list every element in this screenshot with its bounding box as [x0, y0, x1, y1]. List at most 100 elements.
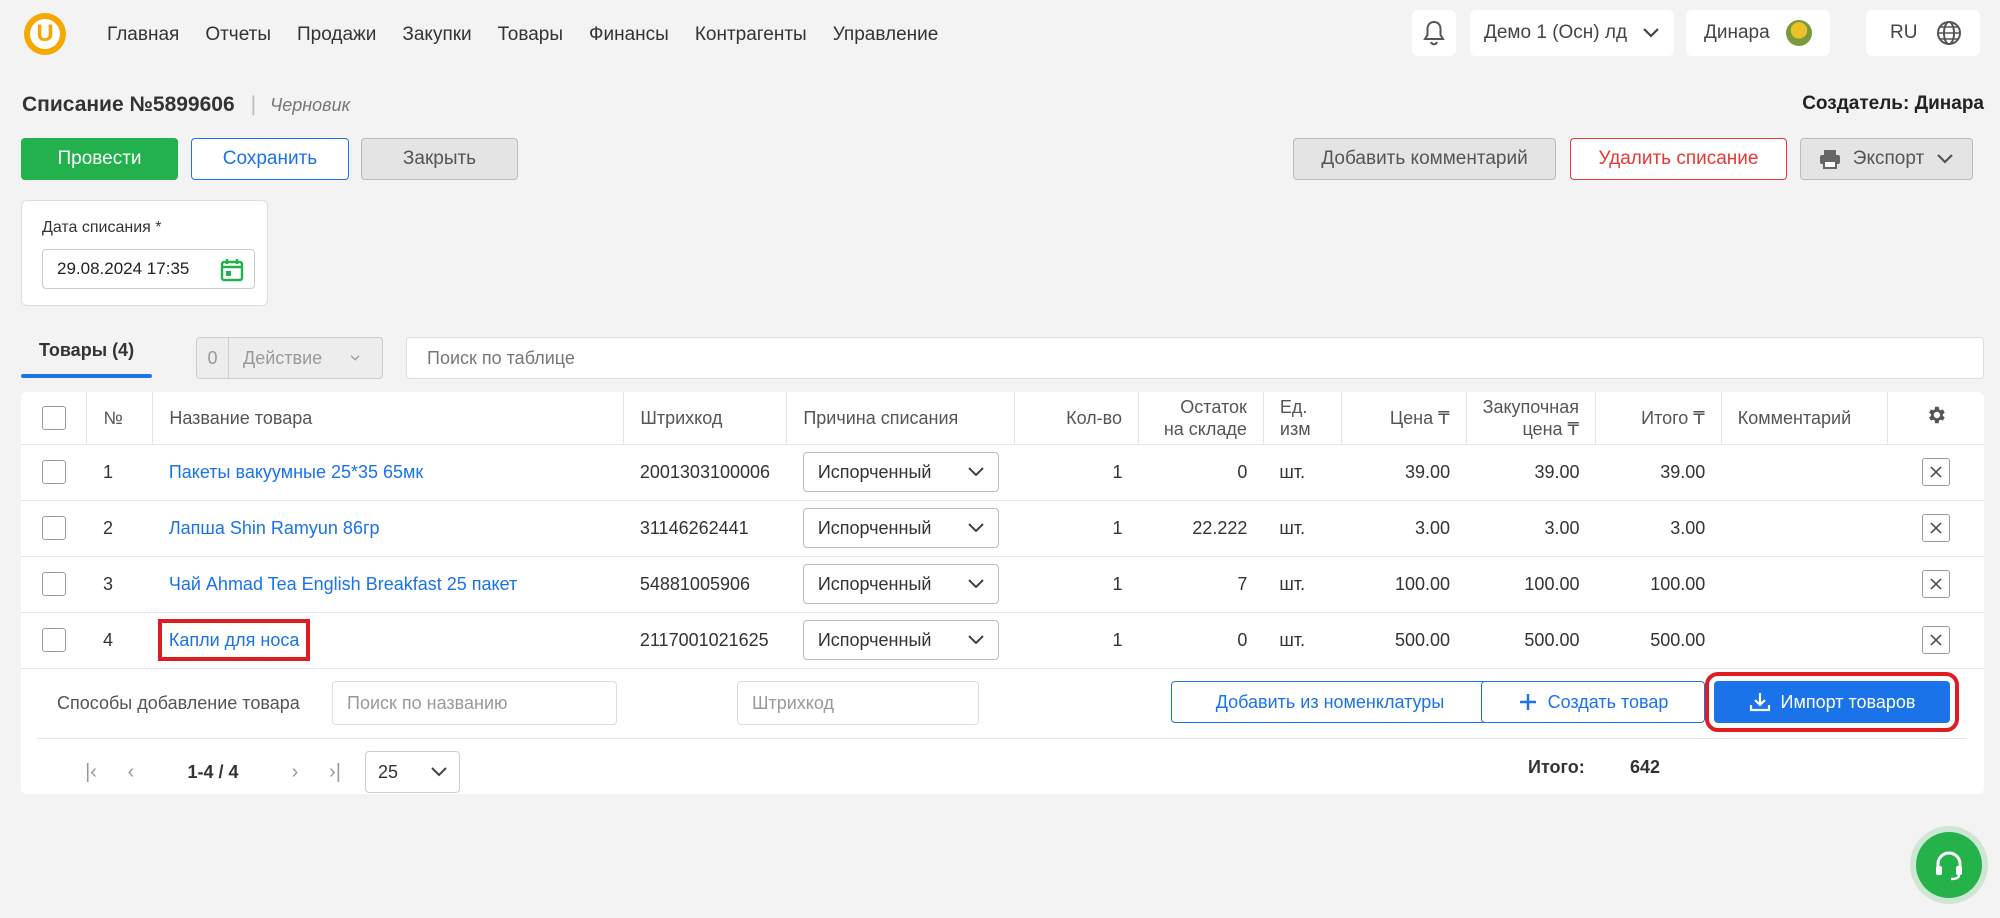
row-select-cell — [21, 444, 87, 501]
product-link[interactable]: Капли для носа — [157, 618, 311, 661]
calendar-icon[interactable] — [220, 258, 244, 282]
row-delete-cell — [1887, 444, 1984, 501]
col-num: № — [86, 392, 154, 445]
org-name: Демо 1 (Осн) лд — [1484, 22, 1628, 43]
row-stock: 0 — [1138, 444, 1264, 501]
row-checkbox[interactable] — [41, 516, 66, 540]
goods-table: № Название товара Штрихкод Причина списа… — [21, 392, 1984, 669]
title-separator: | — [250, 93, 257, 116]
row-checkbox[interactable] — [41, 460, 66, 484]
user-menu[interactable]: Динара — [1686, 10, 1830, 56]
per-page-select[interactable]: 25 — [365, 751, 460, 793]
row-num: 3 — [86, 556, 153, 613]
page-range: 1-4 / 4 — [187, 761, 239, 782]
date-label: Дата списания * — [42, 219, 162, 236]
nav-item-home[interactable]: Главная — [107, 24, 179, 46]
close-button[interactable]: Закрыть — [361, 138, 518, 180]
row-total: 39.00 — [1595, 444, 1722, 501]
gear-icon[interactable] — [1925, 404, 1947, 426]
remove-row-button[interactable] — [1921, 626, 1950, 654]
close-icon — [1929, 578, 1942, 590]
notifications-button[interactable] — [1412, 10, 1456, 56]
tab-goods[interactable]: Товары (4) — [21, 336, 152, 378]
col-price: Цена ₸ — [1341, 392, 1467, 445]
add-from-nomenclature-button[interactable]: Добавить из номенклатуры — [1171, 681, 1489, 723]
org-selector[interactable]: Демо 1 (Осн) лд — [1470, 10, 1674, 56]
reason-select[interactable]: Испорченный — [802, 508, 999, 548]
name-search-input[interactable] — [332, 681, 617, 725]
export-button[interactable]: Экспорт — [1800, 138, 1973, 180]
support-chat-button[interactable] — [1916, 832, 1982, 898]
download-icon — [1749, 693, 1770, 712]
row-select-cell — [21, 500, 87, 557]
col-settings — [1887, 392, 1984, 445]
remove-row-button[interactable] — [1921, 570, 1950, 598]
nav-item-goods[interactable]: Товары — [498, 24, 563, 46]
barcode-input[interactable] — [737, 681, 979, 725]
reason-select[interactable]: Испорченный — [802, 564, 999, 604]
row-purchase-price: 39.00 — [1466, 444, 1596, 501]
chevron-down-icon — [968, 467, 984, 477]
row-reason-cell: Испорченный — [786, 556, 1015, 613]
create-product-button[interactable]: Создать товар — [1481, 681, 1705, 723]
chevron-down-icon — [968, 635, 984, 645]
post-button[interactable]: Провести — [21, 138, 178, 180]
headset-icon — [1936, 851, 1962, 881]
product-link[interactable]: Чай Ahmad Tea English Breakfast 25 пакет — [169, 574, 517, 594]
row-checkbox[interactable] — [41, 572, 66, 596]
row-select-cell — [21, 556, 87, 613]
row-num: 4 — [86, 612, 153, 669]
row-price: 3.00 — [1341, 500, 1467, 557]
import-products-button[interactable]: Импорт товаров — [1705, 672, 1959, 732]
reason-select[interactable]: Испорченный — [802, 452, 999, 492]
table-search-input[interactable] — [406, 337, 1984, 379]
col-qty: Кол-во — [1014, 392, 1140, 445]
nav-item-contractors[interactable]: Контрагенты — [695, 24, 807, 46]
row-name-cell: Чай Ahmad Tea English Breakfast 25 пакет — [152, 556, 624, 613]
row-checkbox[interactable] — [41, 628, 66, 652]
nav-item-reports[interactable]: Отчеты — [205, 24, 271, 46]
reason-select[interactable]: Испорченный — [802, 620, 999, 660]
row-qty: 1 — [1014, 556, 1139, 613]
nav-item-finance[interactable]: Финансы — [589, 24, 669, 46]
nav-item-management[interactable]: Управление — [833, 24, 939, 46]
nav-item-sales[interactable]: Продажи — [297, 24, 376, 46]
col-name: Название товара — [152, 392, 625, 445]
bulk-action-select[interactable]: 0 Действие — [196, 337, 383, 379]
first-page-icon[interactable]: |‹ — [71, 761, 111, 784]
product-link[interactable]: Пакеты вакуумные 25*35 65мк — [169, 462, 423, 482]
col-reason: Причина списания — [786, 392, 1016, 445]
app-logo[interactable]: U — [24, 13, 66, 55]
delete-writeoff-button[interactable]: Удалить списание — [1570, 138, 1787, 180]
per-page-value: 25 — [378, 761, 399, 782]
row-purchase-price: 3.00 — [1466, 500, 1596, 557]
row-barcode: 2001303100006 — [623, 444, 787, 501]
row-comment — [1721, 500, 1888, 557]
language-selector[interactable]: RU — [1866, 10, 1980, 56]
row-total: 100.00 — [1595, 556, 1722, 613]
date-input[interactable]: 29.08.2024 17:35 — [42, 249, 255, 289]
nav-item-purchases[interactable]: Закупки — [402, 24, 471, 46]
add-comment-button[interactable]: Добавить комментарий — [1293, 138, 1556, 180]
row-qty: 1 — [1014, 444, 1139, 501]
import-products-label: Импорт товаров — [1780, 691, 1916, 712]
row-name-cell: Лапша Shin Ramyun 86гр — [152, 500, 624, 557]
remove-row-button[interactable] — [1921, 514, 1950, 542]
printer-icon — [1820, 150, 1840, 169]
row-delete-cell — [1887, 612, 1984, 669]
table-row: 3 Чай Ahmad Tea English Breakfast 25 пак… — [21, 556, 1984, 613]
product-link[interactable]: Лапша Shin Ramyun 86гр — [169, 518, 380, 538]
row-purchase-price: 500.00 — [1466, 612, 1596, 669]
remove-row-button[interactable] — [1921, 458, 1950, 486]
chevron-down-icon — [1643, 28, 1659, 38]
last-page-icon[interactable]: ›| — [315, 761, 355, 784]
save-button[interactable]: Сохранить — [191, 138, 349, 180]
export-label: Экспорт — [1852, 148, 1925, 169]
language-code: RU — [1890, 22, 1918, 43]
next-page-icon[interactable]: › — [275, 761, 315, 784]
row-reason-cell: Испорченный — [786, 444, 1015, 501]
prev-page-icon[interactable]: ‹ — [111, 761, 151, 784]
action-label: Действие — [243, 347, 323, 368]
select-all-checkbox[interactable] — [41, 405, 66, 430]
row-delete-cell — [1887, 500, 1984, 557]
